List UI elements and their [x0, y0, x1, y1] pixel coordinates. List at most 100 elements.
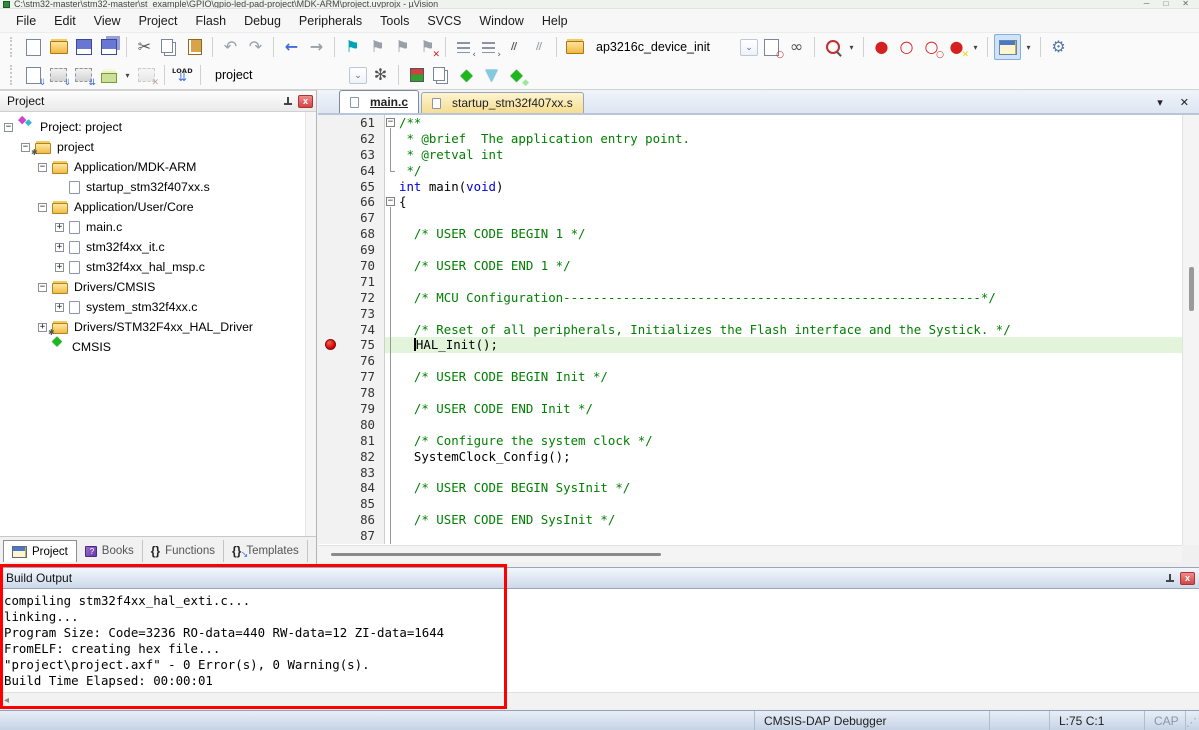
- code-line[interactable]: 64 */: [318, 163, 1182, 179]
- tree-item[interactable]: −Drivers/CMSIS: [0, 277, 305, 297]
- target-combo-dropdown-icon[interactable]: ⌄: [349, 67, 367, 84]
- maximize-button[interactable]: □: [1163, 0, 1168, 8]
- fold-collapse-icon[interactable]: −: [385, 115, 399, 131]
- breakpoint-margin[interactable]: [318, 306, 344, 322]
- code-line[interactable]: 67: [318, 210, 1182, 226]
- expand-icon[interactable]: +: [55, 263, 64, 272]
- batch-build-dropdown-icon[interactable]: ▾: [122, 71, 133, 80]
- build-target-icon[interactable]: ⇓: [47, 64, 70, 86]
- menu-peripherals[interactable]: Peripherals: [290, 11, 371, 31]
- close-window-button[interactable]: ✕: [1182, 0, 1189, 8]
- undo-icon[interactable]: ↶: [219, 36, 242, 58]
- code-line[interactable]: 76: [318, 353, 1182, 369]
- bookmark-toggle-icon[interactable]: ⚑: [341, 36, 364, 58]
- editor-tab-main.c[interactable]: main.c: [339, 90, 419, 113]
- menu-window[interactable]: Window: [470, 11, 532, 31]
- navigate-back-icon[interactable]: ←: [280, 36, 303, 58]
- breakpoint-margin[interactable]: [318, 528, 344, 544]
- tree-item[interactable]: startup_stm32f407xx.s: [0, 177, 305, 197]
- disable-all-breakpoints-icon[interactable]: ○○: [920, 36, 943, 58]
- vertical-scrollbar-thumb[interactable]: [1189, 267, 1194, 311]
- insert-breakpoint-icon[interactable]: ●: [870, 36, 893, 58]
- code-line[interactable]: 84 /* USER CODE BEGIN SysInit */: [318, 480, 1182, 496]
- code-line[interactable]: 63 * @retval int: [318, 147, 1182, 163]
- code-line[interactable]: 81 /* Configure the system clock */: [318, 433, 1182, 449]
- code-line[interactable]: 72 /* MCU Configuration-----------------…: [318, 290, 1182, 306]
- translate-file-icon[interactable]: ⇓: [22, 64, 45, 86]
- bookmark-previous-icon[interactable]: ⚑: [366, 36, 389, 58]
- editor-horizontal-scrollbar[interactable]: [318, 545, 1182, 562]
- code-line[interactable]: 83: [318, 465, 1182, 481]
- code-line[interactable]: 65int main(void): [318, 179, 1182, 195]
- batch-build-icon[interactable]: [97, 64, 120, 86]
- code-line[interactable]: 87: [318, 528, 1182, 544]
- comment-selection-icon[interactable]: //: [502, 36, 525, 58]
- collapse-icon[interactable]: −: [38, 283, 47, 292]
- panel-tab-project[interactable]: Project: [3, 540, 77, 562]
- tree-item[interactable]: +stm32f4xx_it.c: [0, 237, 305, 257]
- menu-edit[interactable]: Edit: [45, 11, 85, 31]
- breakpoint-margin[interactable]: [318, 417, 344, 433]
- breakpoint-margin[interactable]: [318, 385, 344, 401]
- breakpoint-margin[interactable]: [318, 131, 344, 147]
- menu-tools[interactable]: Tools: [371, 11, 418, 31]
- tree-item[interactable]: −Application/User/Core: [0, 197, 305, 217]
- code-line[interactable]: 73: [318, 306, 1182, 322]
- target-select-combo[interactable]: project: [207, 65, 347, 85]
- breakpoint-margin[interactable]: [318, 226, 344, 242]
- cut-icon[interactable]: ✂: [133, 36, 156, 58]
- code-line[interactable]: 61−/**: [318, 115, 1182, 131]
- enable-breakpoint-icon[interactable]: ○: [895, 36, 918, 58]
- breakpoint-dropdown-icon[interactable]: ▾: [970, 43, 981, 52]
- tree-item[interactable]: +main.c: [0, 217, 305, 237]
- tab-list-dropdown-icon[interactable]: ▾: [1157, 96, 1163, 109]
- breakpoint-margin[interactable]: [318, 449, 344, 465]
- collapse-icon[interactable]: −: [38, 163, 47, 172]
- breakpoint-margin[interactable]: [318, 290, 344, 306]
- menu-help[interactable]: Help: [533, 11, 577, 31]
- breakpoint-margin[interactable]: [318, 163, 344, 179]
- breakpoint-margin[interactable]: [318, 401, 344, 417]
- breakpoint-margin[interactable]: [318, 480, 344, 496]
- code-line[interactable]: 68 /* USER CODE BEGIN 1 */: [318, 226, 1182, 242]
- save-icon[interactable]: [72, 36, 95, 58]
- menu-view[interactable]: View: [85, 11, 130, 31]
- reference-lookup-dropdown-icon[interactable]: ▾: [846, 43, 857, 52]
- tree-item[interactable]: −Application/MDK-ARM: [0, 157, 305, 177]
- tree-item[interactable]: +stm32f4xx_hal_msp.c: [0, 257, 305, 277]
- find-in-files-icon[interactable]: ○: [760, 36, 783, 58]
- breakpoint-margin[interactable]: [318, 337, 344, 353]
- breakpoint-margin[interactable]: [318, 274, 344, 290]
- code-line[interactable]: 80: [318, 417, 1182, 433]
- stop-build-icon[interactable]: ✕: [135, 64, 158, 86]
- code-line[interactable]: 66−{: [318, 194, 1182, 210]
- expand-icon[interactable]: +: [55, 243, 64, 252]
- breakpoint-margin[interactable]: [318, 179, 344, 195]
- minimize-button[interactable]: ─: [1144, 0, 1150, 8]
- code-line[interactable]: 86 /* USER CODE END SysInit */: [318, 512, 1182, 528]
- collapse-icon[interactable]: −: [4, 123, 13, 132]
- collapse-icon[interactable]: −: [21, 143, 30, 152]
- menu-svcs[interactable]: SVCS: [418, 11, 470, 31]
- pack-installer-icon[interactable]: ◆◆: [505, 64, 528, 86]
- code-line[interactable]: 79 /* USER CODE END Init */: [318, 401, 1182, 417]
- breakpoint-margin[interactable]: [318, 242, 344, 258]
- incremental-find-icon[interactable]: ∞: [785, 36, 808, 58]
- build-output-scrollbar[interactable]: ◂: [0, 692, 1199, 708]
- options-for-target-icon[interactable]: [405, 64, 428, 86]
- code-line[interactable]: 74 /* Reset of all peripherals, Initiali…: [318, 322, 1182, 338]
- fold-collapse-icon[interactable]: −: [385, 194, 399, 210]
- editor-vertical-scrollbar[interactable]: [1182, 115, 1199, 545]
- indent-icon[interactable]: ›: [477, 36, 500, 58]
- breakpoint-margin[interactable]: [318, 433, 344, 449]
- manage-runtime-environment-icon[interactable]: ◆: [455, 64, 478, 86]
- panel-tab-functions[interactable]: {}Functions: [143, 540, 224, 562]
- navigate-forward-icon[interactable]: →: [305, 36, 328, 58]
- breakpoint-margin[interactable]: [318, 258, 344, 274]
- scroll-left-arrow-icon[interactable]: ◂: [4, 695, 9, 706]
- editor-tab-startup_stm32f407xx.s[interactable]: startup_stm32f407xx.s: [421, 92, 584, 113]
- breakpoint-margin[interactable]: [318, 147, 344, 163]
- menu-file[interactable]: File: [7, 11, 45, 31]
- tree-item[interactable]: +Drivers/STM32F4xx_HAL_Driver: [0, 317, 305, 337]
- download-icon[interactable]: LOAD⇊: [171, 64, 194, 86]
